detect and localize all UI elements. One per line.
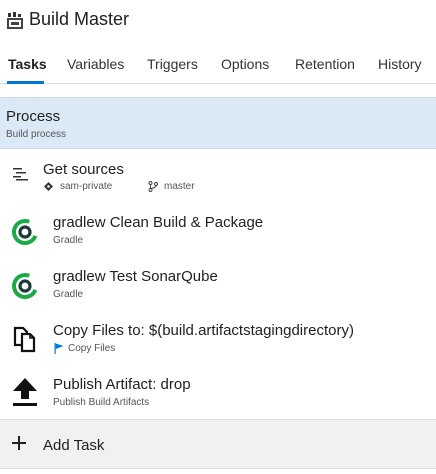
task-subtitle: Copy Files — [68, 343, 116, 354]
process-title: Process — [6, 108, 61, 125]
plus-icon — [12, 436, 26, 450]
task-item[interactable]: Publish Artifact: drop Publish Build Art… — [0, 367, 436, 419]
tab-triggers[interactable]: Triggers — [147, 56, 198, 72]
page-header: Build Master — [0, 0, 436, 40]
gradle-icon — [12, 219, 38, 245]
task-title: gradlew Test SonarQube — [53, 268, 218, 285]
get-sources-title: Get sources — [43, 161, 124, 178]
branch-icon — [148, 181, 158, 192]
process-section[interactable]: Process Build process — [0, 97, 436, 149]
add-task-label: Add Task — [43, 437, 105, 454]
page-title: Build Master — [29, 9, 130, 29]
task-item[interactable]: gradlew Test SonarQube Gradle — [0, 259, 436, 311]
get-sources-item[interactable]: Get sources sam-private master — [0, 155, 436, 199]
task-title: Copy Files to: $(build.artifactstagingdi… — [53, 322, 354, 339]
task-item[interactable]: Copy Files to: $(build.artifactstagingdi… — [0, 313, 436, 365]
build-definition-icon — [7, 12, 23, 29]
task-title: gradlew Clean Build & Package — [53, 214, 264, 231]
process-subtitle: Build process — [6, 129, 67, 140]
tab-tasks[interactable]: Tasks — [8, 56, 47, 72]
add-task-button[interactable]: Add Task — [0, 419, 436, 469]
task-subtitle: Publish Build Artifacts — [53, 397, 150, 408]
flag-icon — [54, 343, 64, 354]
upload-icon — [13, 378, 37, 406]
list-icon — [13, 168, 28, 181]
repo-icon — [44, 182, 53, 191]
task-subtitle: Gradle — [53, 289, 84, 300]
tab-variables[interactable]: Variables — [67, 56, 124, 72]
repo-name: sam-private — [60, 181, 113, 192]
tab-bar: Tasks Variables Triggers Options Retenti… — [0, 48, 436, 84]
branch-name: master — [164, 181, 195, 192]
gradle-icon — [12, 273, 38, 299]
tab-options[interactable]: Options — [221, 56, 269, 72]
active-tab-indicator — [7, 81, 44, 84]
copy-files-icon — [13, 326, 36, 353]
task-subtitle: Gradle — [53, 235, 84, 246]
task-title: Publish Artifact: drop — [53, 376, 191, 393]
tab-history[interactable]: History — [378, 56, 422, 72]
task-item[interactable]: gradlew Clean Build & Package Gradle — [0, 205, 436, 257]
tab-retention[interactable]: Retention — [295, 56, 355, 72]
